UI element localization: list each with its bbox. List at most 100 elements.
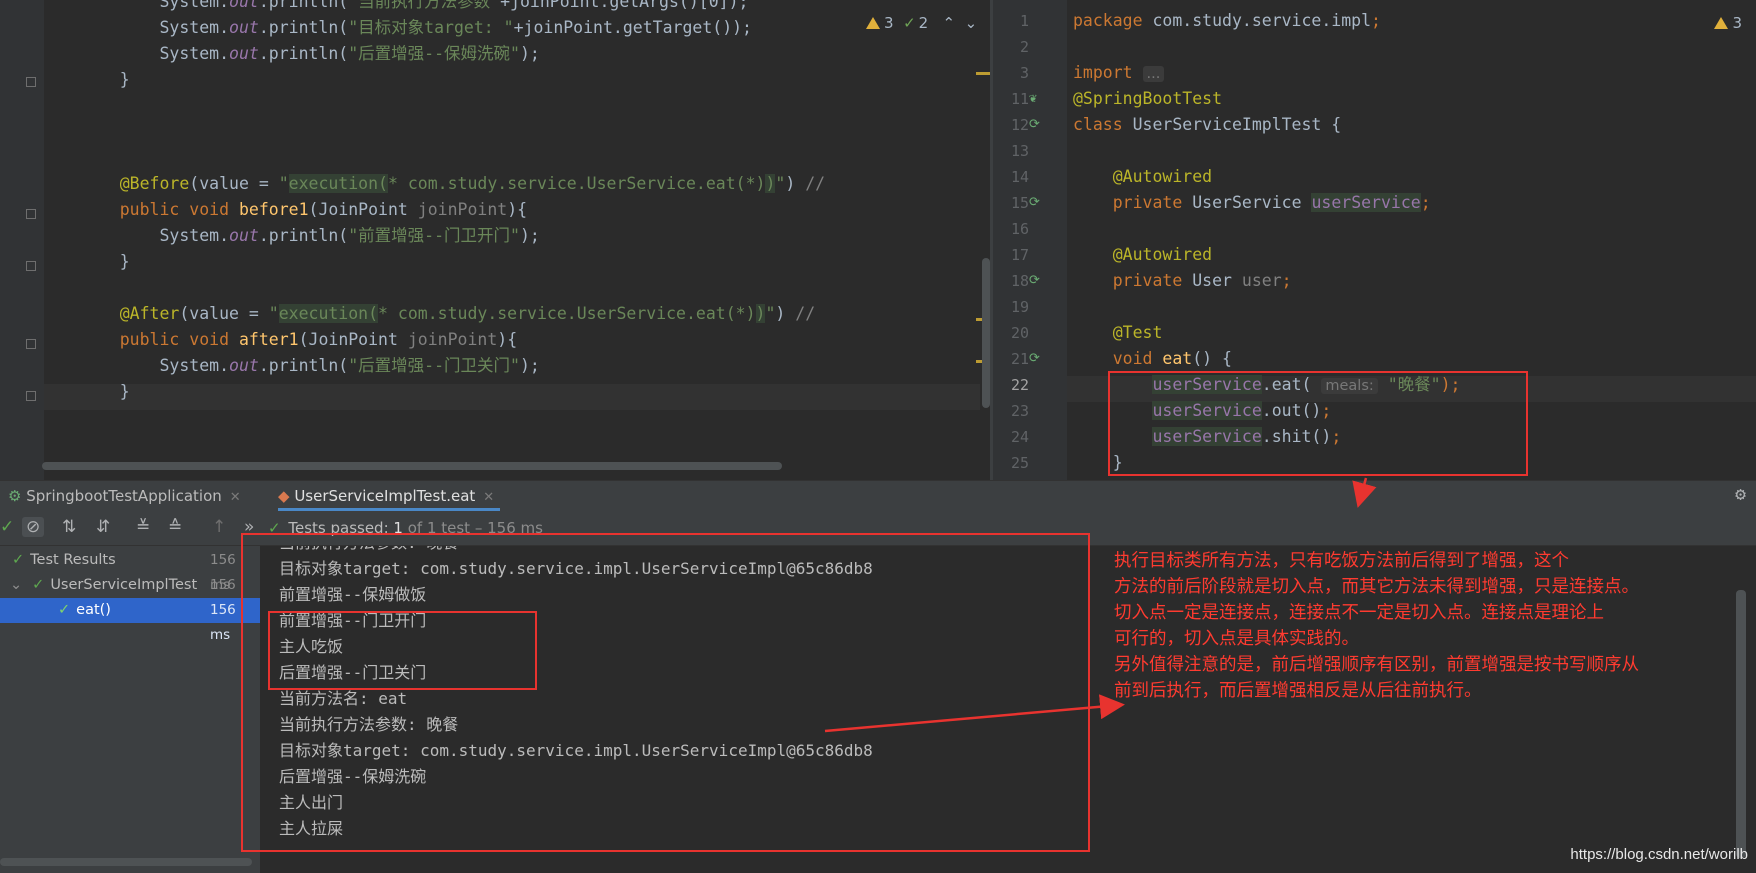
tree-row-user-service-impl-test[interactable]: ⌄✓UserServiceImplTest 156 ms bbox=[0, 573, 260, 618]
code-token: " bbox=[278, 174, 289, 193]
code-line[interactable]: @SpringBootTest bbox=[1073, 86, 1222, 112]
warning-count: 3 bbox=[884, 14, 894, 32]
code-token: System. bbox=[80, 356, 230, 375]
code-token: @After bbox=[119, 304, 180, 323]
code-token: .println( bbox=[258, 0, 349, 11]
code-token: System. bbox=[80, 18, 230, 37]
chevron-down-icon[interactable]: ⌄ bbox=[0, 577, 22, 593]
code-token: ... bbox=[1142, 66, 1165, 82]
code-token: +joinPoint.getArgs()[0]); bbox=[500, 0, 749, 11]
previous-failed-icon[interactable]: ↑ bbox=[212, 517, 226, 537]
code-line[interactable]: public void before1(JoinPoint joinPoint)… bbox=[80, 197, 527, 223]
inspection-widget[interactable]: 3 ✓ 2 ⌃ ⌄ bbox=[866, 14, 977, 32]
warning-icon bbox=[866, 17, 880, 29]
left-editor[interactable]: System.out.println("当前执行方法参数"+joinPoint.… bbox=[0, 0, 990, 480]
tab-user-service-impl-test-eat[interactable]: ◆ UserServiceImplTest.eat ✕ bbox=[278, 481, 501, 511]
code-line[interactable]: void eat() { bbox=[1073, 346, 1232, 372]
close-icon[interactable]: ✕ bbox=[230, 490, 241, 505]
code-line[interactable]: import ... bbox=[1073, 60, 1165, 86]
sort-duration-icon[interactable]: ⇵ bbox=[96, 517, 110, 537]
code-token: " bbox=[268, 304, 279, 323]
expand-all-icon[interactable]: ≚ bbox=[136, 517, 150, 537]
show-ignored-icon[interactable]: ⊘ bbox=[22, 517, 45, 537]
code-line[interactable]: System.out.println("当前执行方法参数"+joinPoint.… bbox=[80, 0, 748, 15]
code-token: userService bbox=[1311, 193, 1421, 212]
navigate-icon[interactable]: ⟳ bbox=[1029, 351, 1045, 366]
code-line[interactable]: class UserServiceImplTest { bbox=[1073, 112, 1341, 138]
code-line[interactable]: @Autowired bbox=[1073, 242, 1212, 268]
code-token: before1 bbox=[238, 200, 309, 219]
inspection-widget[interactable]: 3 bbox=[1714, 14, 1742, 32]
code-token: out bbox=[229, 226, 259, 245]
line-number: 22 bbox=[1010, 376, 1029, 394]
code-token: " bbox=[775, 174, 786, 193]
passed-icon: ✓ bbox=[12, 552, 25, 568]
annotation-box-eat-advice bbox=[268, 611, 537, 690]
code-token: UserService bbox=[1192, 193, 1312, 212]
fold-marker[interactable] bbox=[26, 77, 36, 87]
fold-marker[interactable] bbox=[26, 391, 36, 401]
code-token: * com.study.service.UserService.eat(*) bbox=[387, 174, 766, 193]
code-token: class bbox=[1073, 115, 1133, 134]
code-line[interactable]: private User user; bbox=[1073, 268, 1292, 294]
gear-icon[interactable]: ⚙ bbox=[1735, 484, 1746, 505]
close-icon[interactable]: ✕ bbox=[483, 490, 494, 505]
code-token: user bbox=[1241, 271, 1282, 290]
code-line[interactable]: private UserService userService; bbox=[1073, 190, 1431, 216]
fold-marker[interactable] bbox=[26, 261, 36, 271]
code-token: out bbox=[229, 356, 259, 375]
navigate-icon[interactable]: ⟳ bbox=[1029, 117, 1045, 132]
code-line[interactable]: @Test bbox=[1073, 320, 1163, 346]
tab-springboot-test-application[interactable]: ⚙ SpringbootTestApplication ✕ bbox=[8, 481, 241, 511]
code-line[interactable]: System.out.println("目标对象target: "+joinPo… bbox=[80, 15, 752, 41]
annotation-line: 另外值得注意的是，前后增强顺序有区别，前置增强是按书写顺序从 bbox=[1114, 655, 1639, 675]
passed-icon: ✓ bbox=[32, 577, 45, 593]
code-line[interactable]: @Autowired bbox=[1073, 164, 1212, 190]
code-line[interactable]: public void after1(JoinPoint joinPoint){ bbox=[80, 327, 517, 353]
line-number: 3 bbox=[1019, 64, 1029, 82]
code-token: ) bbox=[785, 174, 806, 193]
collapse-all-icon[interactable]: ≙ bbox=[168, 517, 182, 537]
fold-marker[interactable] bbox=[26, 209, 36, 219]
code-line[interactable]: } bbox=[80, 379, 130, 405]
sort-alpha-icon[interactable]: ⇅ bbox=[62, 517, 76, 537]
code-token: // bbox=[805, 174, 826, 193]
navigate-icon[interactable]: ⟳ bbox=[1029, 195, 1045, 210]
code-token: eat bbox=[1162, 349, 1193, 368]
chevron-down-icon[interactable]: ⌄ bbox=[965, 14, 978, 32]
chevron-up-icon[interactable]: ⌃ bbox=[943, 14, 956, 32]
vertical-scrollbar[interactable] bbox=[982, 258, 990, 408]
test-results-tree[interactable]: ✓ Test Results 156 ms ⌄ ✓ UserServiceImplTe… bbox=[0, 546, 260, 873]
code-token: ) bbox=[775, 304, 796, 323]
line-number: 1 bbox=[1019, 12, 1029, 30]
code-line[interactable]: } bbox=[80, 67, 130, 93]
code-line[interactable]: System.out.println("前置增强--门卫开门"); bbox=[80, 223, 539, 249]
navigate-icon[interactable]: ⟳ bbox=[1029, 273, 1045, 288]
bean-icon[interactable]: ❦ bbox=[1029, 91, 1045, 106]
fold-marker[interactable] bbox=[26, 339, 36, 349]
horizontal-scrollbar[interactable] bbox=[42, 462, 782, 470]
show-passed-icon[interactable]: ✓ bbox=[0, 517, 14, 537]
code-token: @Autowired bbox=[1112, 245, 1213, 264]
code-line[interactable]: System.out.println("后置增强--保姆洗碗"); bbox=[80, 41, 539, 67]
code-line[interactable]: package com.study.service.impl; bbox=[1073, 8, 1381, 34]
run-config-icon: ⚙ bbox=[8, 487, 22, 505]
code-token: out bbox=[229, 44, 259, 63]
code-line[interactable]: System.out.println("后置增强--门卫关门"); bbox=[80, 353, 539, 379]
error-stripe-mark[interactable] bbox=[976, 72, 990, 75]
right-gutter: 1 2 3 11 ❦ 12 ⟳ 13 14 15 ⟳ 16 17 18 ⟳ 19 20 21 ⟳ 22 23 24 25 bbox=[993, 0, 1067, 480]
code-line[interactable]: @After(value = "execution(* com.study.se… bbox=[80, 301, 815, 327]
code-token: .println( bbox=[258, 356, 349, 375]
tree-row-test-results[interactable]: ✓ Test Results 156 ms bbox=[0, 548, 260, 593]
code-line[interactable]: @Before(value = "execution(* com.study.s… bbox=[80, 171, 825, 197]
tree-row-eat[interactable]: ✓ eat() 156 ms bbox=[0, 598, 260, 643]
line-number: 21 bbox=[1010, 350, 1029, 368]
passed-icon: ✓ bbox=[58, 602, 71, 618]
tree-scrollbar[interactable] bbox=[0, 858, 252, 866]
code-token: @SpringBootTest bbox=[1073, 89, 1223, 108]
tree-label: Test Results bbox=[30, 552, 116, 568]
left-gutter bbox=[0, 0, 44, 480]
code-line[interactable]: } bbox=[80, 249, 130, 275]
